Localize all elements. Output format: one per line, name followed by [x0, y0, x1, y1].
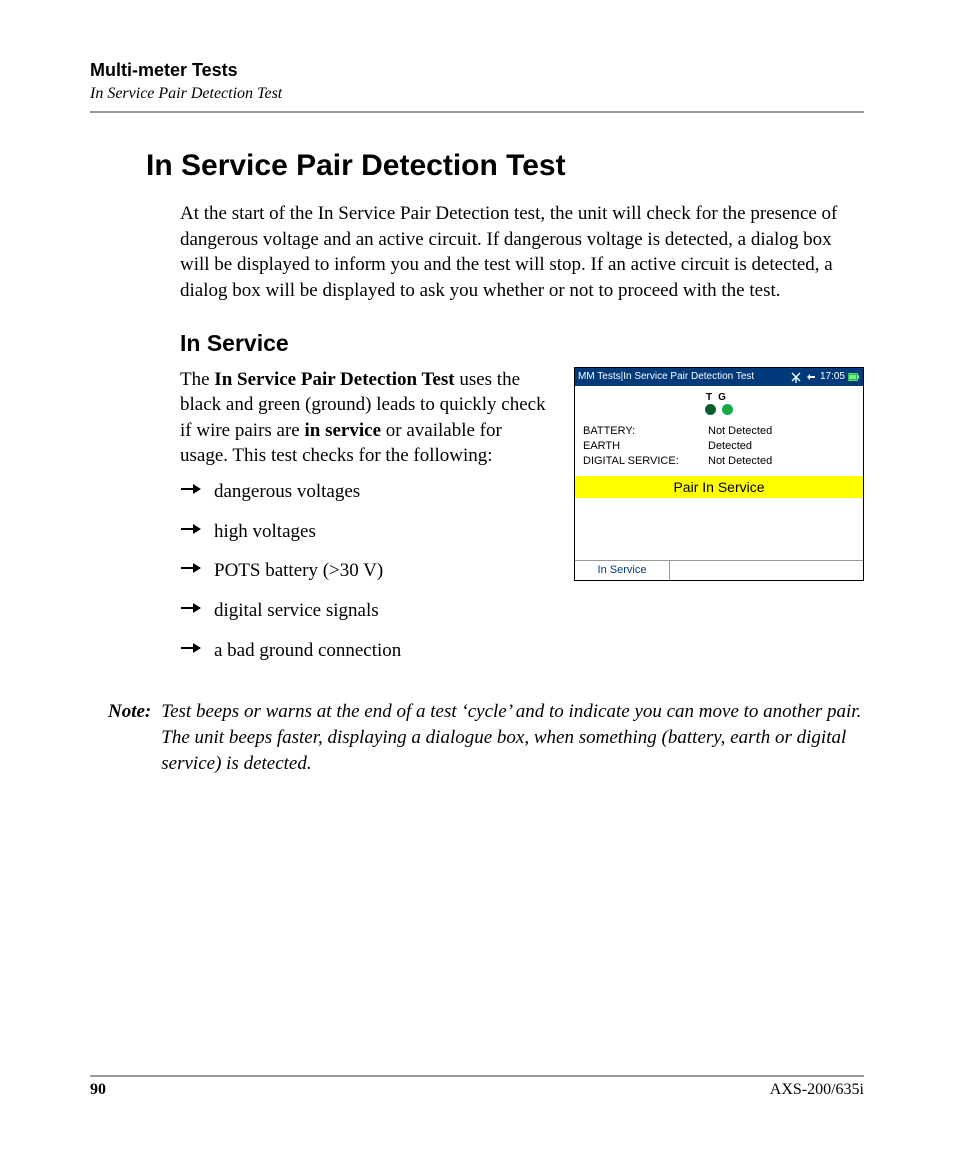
page-footer: 90 AXS-200/635i: [90, 1075, 864, 1099]
arrow-icon: [180, 561, 202, 575]
device-body: TG BATTERY: Not Detected EARTH Detected …: [575, 386, 863, 580]
battery-icon: [848, 371, 860, 383]
arrow-icon: [180, 641, 202, 655]
reading-value: Not Detected: [708, 455, 855, 467]
list-item-text: POTS battery (>30 V): [214, 560, 383, 581]
reading-key: BATTERY:: [583, 425, 708, 437]
list-item: digital service signals: [180, 598, 550, 624]
footer-rule: [90, 1075, 864, 1077]
section-heading-in-service: In Service: [180, 330, 864, 357]
list-item: POTS battery (>30 V): [180, 558, 550, 584]
device-tg-indicator: TG: [575, 392, 863, 415]
dot-g-icon: [722, 404, 733, 415]
device-screenshot: MM Tests|In Service Pair Detection Test …: [574, 367, 864, 581]
device-titlebar: MM Tests|In Service Pair Detection Test …: [575, 368, 863, 386]
antenna-icon: [790, 371, 802, 383]
note-body: Test beeps or warns at the end of a test…: [161, 699, 864, 776]
chapter-title: Multi-meter Tests: [90, 60, 864, 81]
intro-paragraph: At the start of the In Service Pair Dete…: [180, 201, 864, 304]
list-item-text: dangerous voltages: [214, 481, 360, 502]
reading-key: EARTH: [583, 440, 708, 452]
list-item-text: high voltages: [214, 521, 316, 542]
tg-label-t: T: [706, 392, 718, 403]
reading-row: EARTH Detected: [583, 440, 855, 452]
reading-key: DIGITAL SERVICE:: [583, 455, 708, 467]
product-model: AXS-200/635i: [770, 1081, 864, 1099]
header-rule: [90, 111, 864, 113]
arrow-icon: [180, 482, 202, 496]
arrow-icon: [180, 522, 202, 536]
sync-icon: [805, 371, 817, 383]
reading-value: Detected: [708, 440, 855, 452]
softkey-empty: [670, 561, 863, 580]
tg-label-g: G: [718, 392, 732, 403]
page-number: 90: [90, 1081, 106, 1099]
device-title-text: MM Tests|In Service Pair Detection Test: [578, 371, 790, 382]
device-status-banner: Pair In Service: [575, 476, 863, 498]
in-service-description: The In Service Pair Detection Test uses …: [180, 367, 550, 678]
list-item: a bad ground connection: [180, 638, 550, 664]
note-label: Note:: [108, 699, 151, 776]
section-title: In Service Pair Detection Test: [90, 85, 864, 103]
dot-t-icon: [705, 404, 716, 415]
reading-value: Not Detected: [708, 425, 855, 437]
device-readings: BATTERY: Not Detected EARTH Detected DIG…: [575, 417, 863, 474]
reading-row: BATTERY: Not Detected: [583, 425, 855, 437]
note-block: Note: Test beeps or warns at the end of …: [108, 699, 864, 776]
check-list: dangerous voltages high voltages POTS ba…: [180, 479, 550, 663]
list-item: high voltages: [180, 519, 550, 545]
reading-row: DIGITAL SERVICE: Not Detected: [583, 455, 855, 467]
para-bold-inservice: in service: [305, 420, 382, 441]
list-item-text: digital service signals: [214, 600, 379, 621]
softkey-in-service: In Service: [575, 561, 670, 580]
arrow-icon: [180, 601, 202, 615]
device-status-icons: 17:05: [790, 371, 860, 383]
device-blank-area: [575, 500, 863, 560]
page-title: In Service Pair Detection Test: [146, 149, 864, 183]
device-softkey-bar: In Service: [575, 560, 863, 580]
list-item-text: a bad ground connection: [214, 640, 401, 661]
para-bold-testname: In Service Pair Detection Test: [214, 369, 454, 390]
list-item: dangerous voltages: [180, 479, 550, 505]
para-lead: The: [180, 369, 214, 390]
device-time: 17:05: [820, 371, 845, 382]
